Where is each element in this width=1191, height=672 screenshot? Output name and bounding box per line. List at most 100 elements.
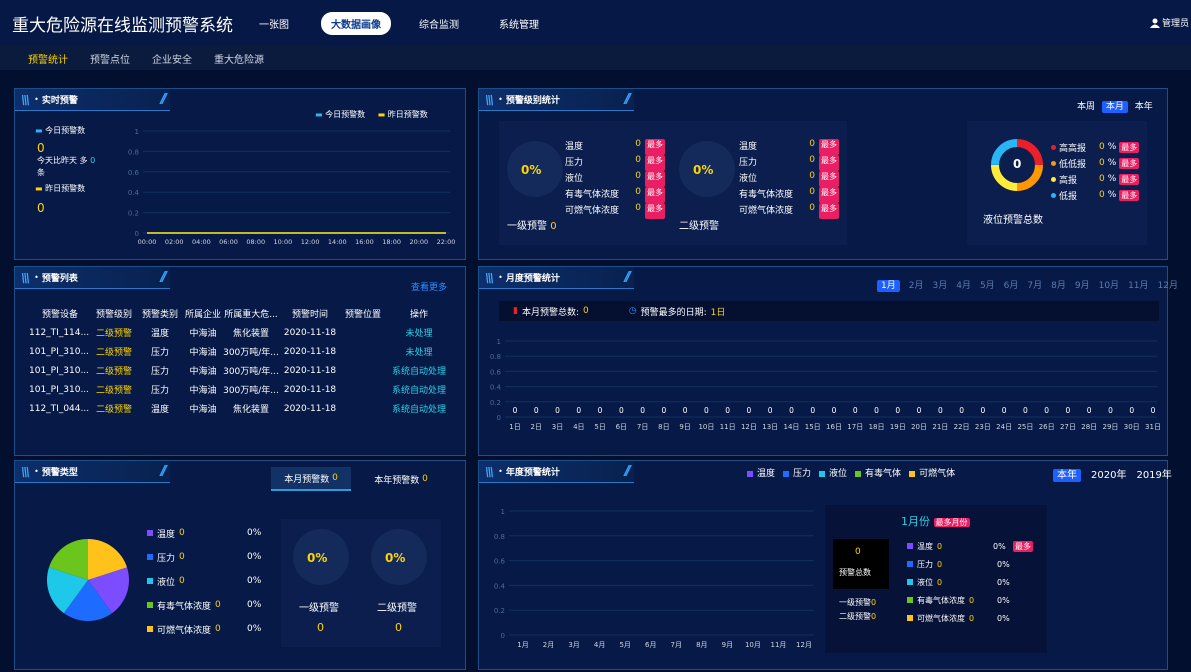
type-name: 液位	[157, 577, 176, 588]
tip-row: 可燃气体浓度 0 0%	[907, 609, 1043, 627]
table-cell	[341, 361, 385, 380]
view-more-link[interactable]: 查看更多	[411, 280, 447, 293]
x-tick-label: 31日	[1145, 423, 1161, 431]
type-pct: 0%	[247, 576, 262, 586]
month-tab[interactable]: 6月	[1004, 281, 1019, 291]
ring-item-name: 低低报	[1059, 159, 1087, 170]
x-tick-label: 29日	[1103, 423, 1119, 431]
panel-title-bar: \\\ • 预警列表//	[15, 267, 170, 289]
tip-item-pct: 0%	[993, 541, 1006, 551]
month-tab[interactable]: 9月	[1075, 281, 1090, 291]
yesterday-value: 0	[37, 201, 45, 215]
category-name: 有毒气体浓度	[739, 190, 794, 200]
bar-value-label: 0	[1002, 406, 1007, 415]
panel-title: 预警列表	[41, 274, 78, 284]
type-name: 压力	[157, 553, 176, 564]
bar-value-label: 0	[1108, 406, 1113, 415]
monthly-panel: \\\ • 月度预警统计// 1月 2月 3月 4月 5月 6月 7月 8月 9月 10月 11月 12月…	[478, 266, 1178, 456]
x-tick-label: 2月	[543, 641, 554, 649]
year-tab[interactable]: 本年	[1053, 469, 1081, 482]
nav-bigdata[interactable]: 大数据画像	[321, 11, 391, 35]
type-pct: 0%	[247, 552, 262, 562]
tip-item-name: 有毒气体浓度	[917, 595, 965, 605]
table-cell: 压力	[150, 386, 169, 396]
x-tick-label: 2日	[531, 423, 542, 431]
level-category-row: 液位 0 最多	[565, 171, 665, 187]
legend-label: 温度	[757, 469, 776, 479]
row-action[interactable]: 系统自动处理	[385, 399, 453, 418]
legend-swatch	[819, 470, 826, 477]
table-cell: 2020-11-18	[283, 365, 337, 376]
legend-swatch	[747, 470, 753, 477]
tab-week[interactable]: 本周	[1077, 102, 1095, 112]
month-tab[interactable]: 12月	[1158, 281, 1178, 291]
subnav-stats[interactable]: 预警统计	[28, 51, 68, 66]
legend-swatch	[907, 615, 913, 621]
tab-year-count[interactable]: 本年预警数 0	[351, 467, 451, 491]
y-tick-label: 0	[501, 632, 505, 640]
y-tick-label: 0.2	[128, 210, 139, 218]
ring-label: 液位预警总数	[983, 215, 1043, 226]
row-action[interactable]: 未处理	[385, 323, 453, 342]
nav-system[interactable]: 系统管理	[489, 12, 549, 35]
table-row[interactable]: 112_TI_114... 二级预警 温度 中海油 焦化装置 2020-11-18 未处理	[29, 323, 453, 342]
panel-title-bar: \\\ • 实时预警//	[15, 89, 170, 111]
tab-year[interactable]: 本年	[1135, 102, 1153, 112]
subnav-safety[interactable]: 企业安全	[152, 51, 192, 66]
most-badge: 最多	[1119, 189, 1140, 201]
legend-yesterday: 昨日预警数	[387, 110, 428, 119]
tip-item-pct: 0%	[997, 595, 1010, 605]
row-action[interactable]: 系统自动处理	[385, 380, 453, 399]
x-tick-label: 6月	[645, 641, 656, 649]
category-value: 0	[635, 171, 641, 181]
legend-swatch	[147, 530, 153, 536]
level-category-row: 可燃气体浓度 0 最多	[739, 203, 839, 219]
user-icon	[1149, 18, 1160, 28]
column-header: 预警级别	[95, 309, 132, 320]
tab-month-count[interactable]: 本月预警数 0	[271, 467, 351, 491]
category-name: 液位	[739, 174, 758, 184]
legend-dot	[1051, 160, 1056, 166]
month-tab[interactable]: 7月	[1027, 281, 1042, 291]
bar-value-label: 0	[598, 406, 603, 415]
tab-month[interactable]: 本月	[1101, 101, 1128, 113]
bar-value-label: 0	[704, 406, 709, 415]
month-tab[interactable]: 11月	[1128, 281, 1148, 291]
month-tab[interactable]: 1月	[877, 280, 900, 292]
today-value: 0	[37, 141, 45, 155]
month-tab[interactable]: 5月	[980, 281, 995, 291]
column-header: 预警时间	[291, 309, 328, 320]
y-tick-label: 0.4	[128, 189, 140, 197]
x-tick-label: 06:00	[219, 238, 238, 246]
month-tab[interactable]: 4月	[956, 281, 971, 291]
month-tab[interactable]: 10月	[1099, 281, 1119, 291]
x-tick-label: 22:00	[437, 238, 455, 246]
table-row[interactable]: 101_PI_310... 二级预警 压力 中海油 300万吨/年... 2020-11-…	[29, 380, 453, 399]
user-menu[interactable]: 管理员	[1149, 16, 1189, 29]
tip-most-badge: 最多月份	[933, 518, 970, 527]
row-action[interactable]: 系统自动处理	[385, 361, 453, 380]
compare-text: 今天比昨天 多	[37, 156, 88, 165]
table-row[interactable]: 112_TI_044... 二级预警 温度 中海油 焦化装置 2020-11-18 系统自动…	[29, 399, 453, 418]
subnav-points[interactable]: 预警点位	[90, 51, 130, 66]
panel-title: 预警级别统计	[505, 96, 560, 106]
level-category-row: 有毒气体浓度 0 最多	[565, 187, 665, 203]
month-tab[interactable]: 2月	[909, 281, 924, 291]
row-action[interactable]: 未处理	[385, 342, 453, 361]
year-tab[interactable]: 2019年	[1136, 470, 1171, 481]
nav-monitor[interactable]: 综合监测	[409, 12, 469, 35]
month-tab[interactable]: 8月	[1051, 281, 1066, 291]
table-row[interactable]: 101_PI_310... 二级预警 压力 中海油 300万吨/年... 2020-11-…	[29, 342, 453, 361]
month-tab[interactable]: 3月	[932, 281, 947, 291]
subnav-hazard[interactable]: 重大危险源	[214, 51, 264, 66]
tip-lv1-row: 一级预警0	[839, 597, 876, 608]
yearly-legend: 温度 压力 液位 有毒气体 可燃气体	[747, 466, 963, 479]
nav-map[interactable]: 一张图	[249, 12, 299, 35]
type-value: 0	[179, 576, 185, 586]
year-tab[interactable]: 2020年	[1091, 470, 1126, 481]
table-row[interactable]: 101_PI_310... 二级预警 压力 中海油 300万吨/年... 2020-11-…	[29, 361, 453, 380]
tip-month: 1月份 最多月份	[901, 513, 970, 529]
legend-item: 温度	[747, 469, 775, 479]
legend-label: 液位	[829, 469, 848, 479]
lv2-pct: 0%	[693, 163, 714, 177]
